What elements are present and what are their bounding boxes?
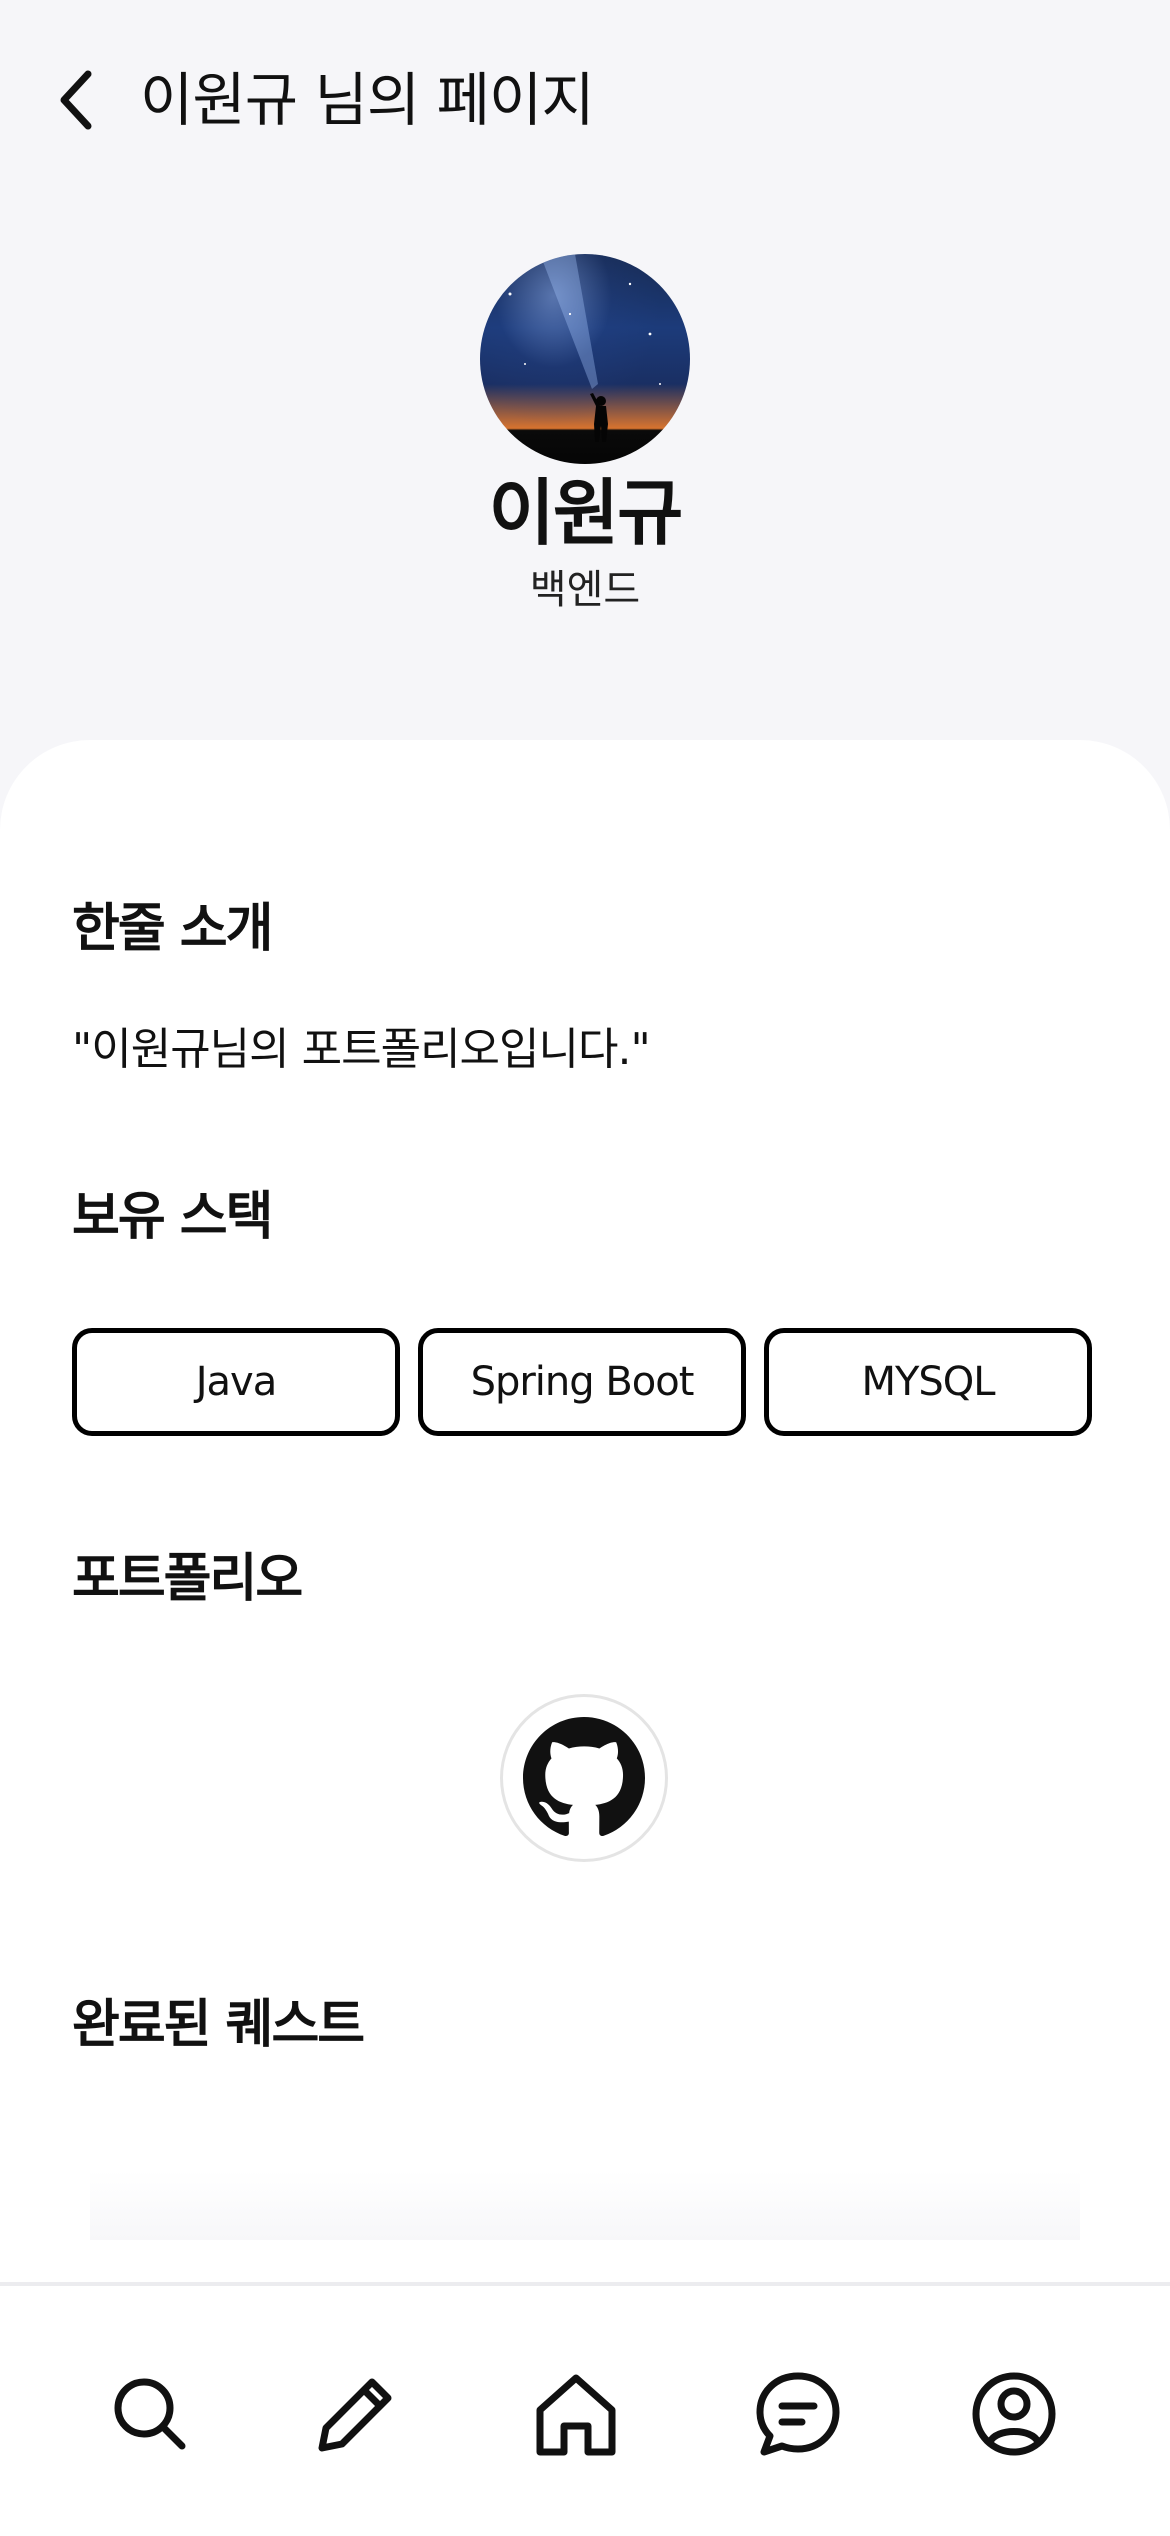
- pencil-icon: [318, 2378, 392, 2452]
- quests-section-title: 완료된 퀘스트: [72, 1995, 365, 2055]
- page-title: 이원규 님의 페이지: [140, 66, 595, 134]
- tab-write[interactable]: [308, 2366, 404, 2462]
- stack-chip-java[interactable]: Java: [72, 1328, 400, 1436]
- chevron-left-icon: [60, 70, 92, 130]
- stack-chip-spring-boot[interactable]: Spring Boot: [418, 1328, 746, 1436]
- stack-list: Java Spring Boot MYSQL: [72, 1328, 1098, 1440]
- intro-section-title: 한줄 소개: [72, 899, 273, 959]
- profile-name: 이원규: [488, 471, 684, 555]
- avatar: [480, 254, 690, 464]
- tab-search[interactable]: [102, 2366, 198, 2462]
- profile-icon: [972, 2372, 1056, 2456]
- github-link-button[interactable]: [500, 1694, 668, 1862]
- github-icon: [523, 1717, 645, 1836]
- portfolio-section-title: 포트폴리오: [72, 1549, 303, 1609]
- tab-profile[interactable]: [966, 2366, 1062, 2462]
- stack-chip-mysql[interactable]: MYSQL: [764, 1328, 1092, 1436]
- quest-list: [90, 2170, 1080, 2240]
- home-icon: [536, 2374, 616, 2456]
- header: 이원규 님의 페이지: [0, 0, 1170, 200]
- intro-text: "이원규님의 포트폴리오입니다.": [72, 1024, 651, 1075]
- back-button[interactable]: [52, 62, 102, 138]
- tab-chat[interactable]: [750, 2366, 846, 2462]
- search-icon: [114, 2378, 186, 2450]
- tab-home[interactable]: [528, 2366, 624, 2462]
- chat-icon: [756, 2372, 840, 2456]
- profile-card: [0, 740, 1170, 2300]
- stack-section-title: 보유 스택: [72, 1187, 273, 1247]
- bottom-tab-bar: [0, 2282, 1170, 2536]
- profile-role: 백엔드: [529, 567, 641, 613]
